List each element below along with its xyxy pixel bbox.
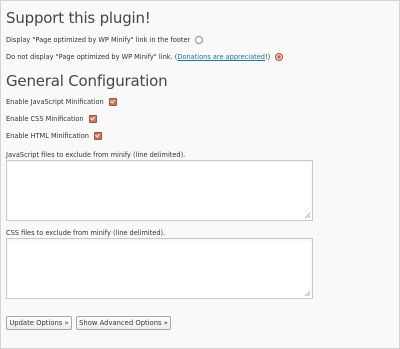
js-minify-label: Enable JavaScript Minification	[6, 98, 104, 106]
css-minify-checkbox[interactable]	[88, 115, 97, 123]
hide-link-option[interactable]: Do not display "Page optimized by WP Min…	[6, 53, 284, 61]
css-minify-option[interactable]: Enable CSS Minification	[6, 115, 97, 123]
css-minify-label: Enable CSS Minification	[6, 115, 84, 123]
js-textarea-resize-handle[interactable]	[305, 213, 310, 218]
js-exclude-label: JavaScript files to exclude from minify …	[6, 151, 186, 159]
js-minify-checkbox[interactable]	[108, 98, 117, 106]
show-advanced-options-button[interactable]: Show Advanced Options »	[76, 316, 171, 330]
css-textarea-resize-handle[interactable]	[305, 291, 310, 296]
html-minify-label: Enable HTML Minification	[6, 132, 89, 140]
js-exclude-textarea[interactable]	[6, 160, 313, 221]
donations-link[interactable]: Donations are appreciated	[177, 53, 265, 61]
show-link-radio[interactable]	[195, 36, 204, 44]
update-options-button[interactable]: Update Options »	[6, 316, 72, 330]
hide-link-radio[interactable]	[275, 53, 284, 61]
js-minify-option[interactable]: Enable JavaScript Minification	[6, 98, 117, 106]
css-exclude-label: CSS files to exclude from minify (line d…	[6, 229, 166, 237]
css-exclude-textarea[interactable]	[6, 238, 313, 299]
html-minify-checkbox[interactable]	[93, 132, 102, 140]
support-heading: Support this plugin!	[6, 9, 151, 27]
html-minify-option[interactable]: Enable HTML Minification	[6, 132, 102, 140]
hide-link-label-suffix: !)	[265, 53, 271, 61]
show-link-label: Display "Page optimized by WP Minify" li…	[6, 36, 191, 44]
general-config-heading: General Configuration	[6, 72, 168, 90]
hide-link-label-prefix: Do not display "Page optimized by WP Min…	[6, 53, 178, 61]
show-link-option[interactable]: Display "Page optimized by WP Minify" li…	[6, 36, 204, 44]
